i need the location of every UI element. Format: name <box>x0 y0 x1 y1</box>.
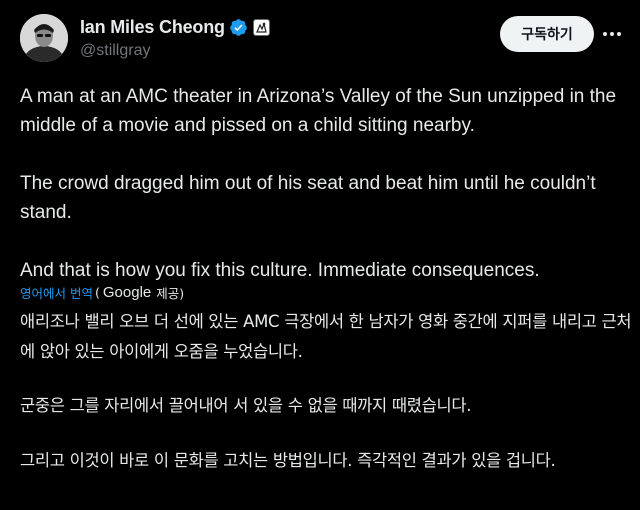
more-dot <box>610 32 614 36</box>
follow-button[interactable]: 구독하기 <box>500 16 594 52</box>
tweet-paragraph: A man at an AMC theater in Arizona’s Val… <box>20 86 617 136</box>
translation-provider-suffix: 제공) <box>156 285 185 301</box>
translated-from-link[interactable]: 영어에서 번역 <box>20 283 93 302</box>
tweet-header: Ian Miles Cheong @stillgray 구독하기 <box>0 0 640 80</box>
tweet-paragraph: The crowd dragged him out of his seat an… <box>20 173 596 223</box>
display-name[interactable]: Ian Miles Cheong <box>80 17 225 38</box>
avatar[interactable] <box>20 14 68 62</box>
more-horizontal-icon[interactable] <box>600 24 624 44</box>
more-dot <box>617 32 621 36</box>
translated-paragraph: 애리조나 밸리 오브 더 선에 있는 AMC 극장에서 한 남자가 영화 중간에… <box>20 312 632 361</box>
translated-paragraph: 군중은 그를 자리에서 끌어내어 서 있을 수 없을 때까지 때렸습니다. <box>20 396 472 415</box>
tweet-paragraph: And that is how you fix this culture. Im… <box>20 260 540 281</box>
avatar-image <box>20 14 68 62</box>
user-handle[interactable]: @stillgray <box>80 42 150 60</box>
more-dot <box>603 32 607 36</box>
verified-badge-icon[interactable] <box>229 18 248 37</box>
affiliate-badge-icon[interactable] <box>252 18 270 36</box>
name-row: Ian Miles Cheong <box>80 16 270 38</box>
google-logo: Google <box>102 283 152 301</box>
translation-paren-open: ( <box>94 284 100 300</box>
translated-paragraph: 그리고 이것이 바로 이 문화를 고치는 방법입니다. 즉각적인 결과가 있을 … <box>20 451 556 470</box>
translation-attribution: 영어에서 번역 ( Google 제공) <box>20 282 184 302</box>
